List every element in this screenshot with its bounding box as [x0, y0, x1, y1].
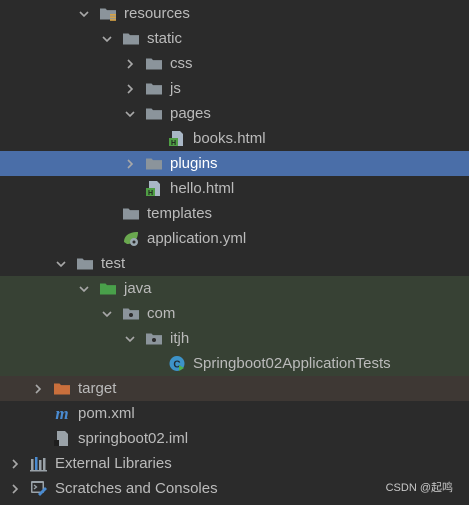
tree-item[interactable]: js — [0, 76, 469, 101]
chevron-right-icon[interactable] — [122, 51, 138, 76]
tree-item-label: static — [147, 30, 183, 47]
tree-item-label: templates — [147, 205, 213, 222]
chevron-down-icon[interactable] — [99, 26, 115, 51]
test-sources-folder-icon — [99, 280, 117, 297]
tree-item-label: Springboot02ApplicationTests — [193, 355, 391, 372]
svg-text:H: H — [148, 190, 153, 197]
iml-file-icon — [53, 430, 71, 447]
tree-item[interactable]: plugins — [0, 151, 469, 176]
folder-icon — [145, 55, 163, 72]
folder-icon — [145, 105, 163, 122]
tree-item-label: test — [101, 255, 126, 272]
chevron-down-icon[interactable] — [122, 326, 138, 351]
tree-item-label: js — [170, 80, 181, 97]
tree-item-label: css — [170, 55, 193, 72]
tree-item[interactable]: templates — [0, 201, 469, 226]
tree-item[interactable]: com — [0, 301, 469, 326]
tree-item[interactable]: External Libraries — [0, 451, 469, 476]
test-class-icon: C — [168, 355, 186, 372]
svg-text:H: H — [171, 140, 176, 147]
tree-item-label: com — [147, 305, 176, 322]
tree-item[interactable]: java — [0, 276, 469, 301]
tree-item[interactable]: target — [0, 376, 469, 401]
tree-item[interactable]: test — [0, 251, 469, 276]
chevron-right-icon[interactable] — [7, 451, 23, 476]
tree-item[interactable]: itjh — [0, 326, 469, 351]
chevron-right-icon[interactable] — [122, 76, 138, 101]
chevron-right-icon[interactable] — [7, 476, 23, 501]
chevron-right-icon[interactable] — [122, 151, 138, 176]
tree-item[interactable]: css — [0, 51, 469, 76]
chevron-right-icon[interactable] — [30, 376, 46, 401]
tree-item-label: itjh — [170, 330, 190, 347]
tree-item[interactable]: C Springboot02ApplicationTests — [0, 351, 469, 376]
tree-item-label: pom.xml — [78, 405, 135, 422]
tree-item-label: hello.html — [170, 180, 235, 197]
tree-item[interactable]: Hhello.html — [0, 176, 469, 201]
package-icon — [122, 305, 140, 322]
watermark: CSDN @起鸣 — [385, 482, 453, 494]
chevron-down-icon[interactable] — [76, 1, 92, 26]
tree-item-label: application.yml — [147, 230, 247, 247]
tree-item-label: plugins — [170, 155, 218, 172]
tree-item-label: springboot02.iml — [78, 430, 189, 447]
tree-item-label: books.html — [193, 130, 266, 147]
chevron-down-icon[interactable] — [76, 276, 92, 301]
tree-item-label: resources — [124, 5, 190, 22]
folder-icon — [122, 30, 140, 47]
tree-item-label: target — [78, 380, 117, 397]
maven-icon: m — [53, 405, 71, 422]
scratches-icon — [30, 480, 48, 497]
tree-item[interactable]: resources — [0, 1, 469, 26]
html-file-icon: H — [145, 180, 163, 197]
tree-item[interactable]: Hbooks.html — [0, 126, 469, 151]
folder-icon — [145, 80, 163, 97]
excluded-folder-icon — [53, 380, 71, 397]
folder-icon — [76, 255, 94, 272]
tree-item[interactable]: static — [0, 26, 469, 51]
libraries-icon — [30, 455, 48, 472]
chevron-down-icon[interactable] — [53, 251, 69, 276]
chevron-down-icon[interactable] — [99, 301, 115, 326]
tree-item[interactable]: springboot02.iml — [0, 426, 469, 451]
folder-icon — [145, 155, 163, 172]
spring-config-icon — [122, 230, 140, 247]
project-tree: resources static css js pages Hbooks.html plug… — [0, 0, 469, 505]
chevron-down-icon[interactable] — [122, 101, 138, 126]
tree-item-label: Scratches and Consoles — [55, 480, 218, 497]
folder-icon — [122, 205, 140, 222]
tree-item-label: pages — [170, 105, 211, 122]
svg-text:m: m — [55, 405, 68, 422]
tree-item[interactable]: m pom.xml — [0, 401, 469, 426]
resources-folder-icon — [99, 5, 117, 22]
package-icon — [145, 330, 163, 347]
tree-item-label: java — [124, 280, 152, 297]
tree-item[interactable]: application.yml — [0, 226, 469, 251]
tree-item[interactable]: pages — [0, 101, 469, 126]
html-file-icon: H — [168, 130, 186, 147]
tree-item-label: External Libraries — [55, 455, 172, 472]
